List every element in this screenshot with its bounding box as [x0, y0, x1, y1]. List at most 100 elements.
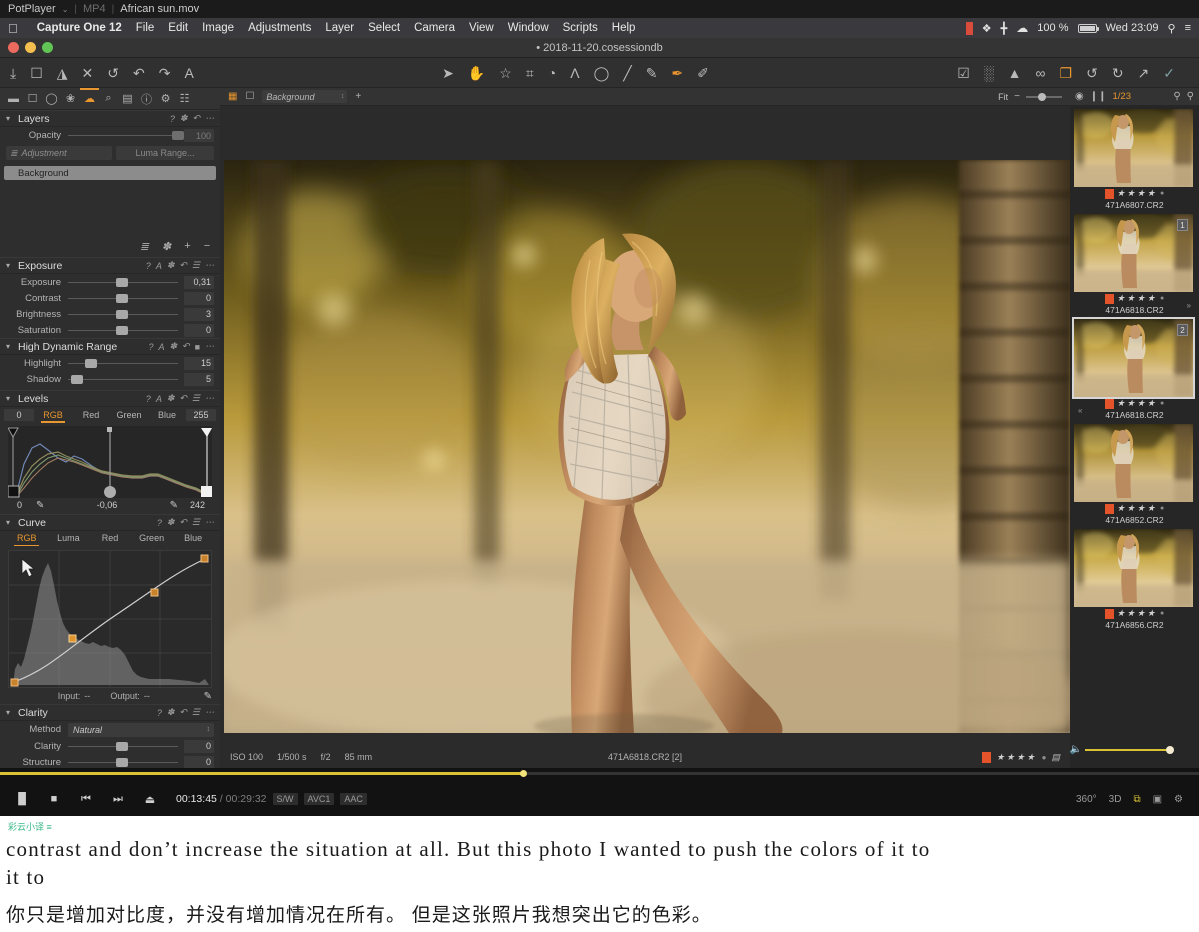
maximize-window-button[interactable] — [42, 42, 53, 53]
reset-icon[interactable]: ↶ — [179, 707, 187, 718]
presets-icon[interactable]: ☰ — [192, 393, 200, 404]
thumbnail-image[interactable] — [1074, 109, 1193, 187]
panel-menu-icon[interactable]: ⋯ — [205, 707, 214, 718]
panel-header-layers[interactable]: ▾ Layers ? ✽ ↶ ⋯ — [0, 110, 220, 127]
levels-input-black[interactable]: 0 — [4, 408, 34, 421]
export-proof-icon[interactable]: ❐ — [1060, 66, 1073, 80]
curve-tab-red[interactable]: Red — [89, 533, 131, 543]
slider-value-contrast[interactable]: 0 — [184, 291, 214, 305]
slider-value-highlight[interactable]: 15 — [184, 356, 214, 370]
copy-adjustments-icon[interactable]: ✽ — [167, 707, 175, 718]
rotate-ccw-icon[interactable]: ↺ — [1086, 66, 1098, 80]
zoom-fit-label[interactable]: Fit — [998, 92, 1008, 102]
panel-actions-exposure[interactable]: ? A ✽ ↶ ☰ ⋯ — [146, 260, 214, 271]
keystone-tool-icon[interactable]: Λ — [570, 66, 579, 80]
speaker-icon[interactable]: 🔈 — [1070, 744, 1082, 755]
star-rating[interactable]: ★★★★ — [1117, 293, 1157, 304]
visibility-eye-icon[interactable]: ◉ — [1075, 91, 1084, 102]
copy-adjustments-icon[interactable]: ✽ — [169, 341, 177, 352]
3d-view-icon[interactable]: 3D — [1109, 794, 1122, 805]
control-center-icon[interactable]: ≡ — [1185, 22, 1191, 34]
levels-tab-rgb[interactable]: RGB — [34, 410, 72, 423]
previous-button[interactable]: ⏮ — [70, 786, 102, 812]
chevron-down-icon[interactable]: ⌄ — [62, 5, 69, 14]
reset-icon[interactable]: ↶ — [179, 517, 187, 528]
undo-icon[interactable]: ↶ — [133, 66, 145, 80]
menu-item-select[interactable]: Select — [361, 22, 407, 34]
lens-tab[interactable]: ◯ — [42, 88, 61, 109]
seek-bar-handle[interactable] — [519, 770, 527, 777]
metadata-tab[interactable]: ⓘ — [137, 88, 156, 109]
color-tag-swatch[interactable] — [1104, 608, 1114, 619]
thumbnail-image[interactable] — [1074, 529, 1193, 607]
menu-item-camera[interactable]: Camera — [407, 22, 462, 34]
auto-adjust-icon[interactable]: A — [158, 342, 164, 352]
add-mask-icon[interactable]: ✽ — [162, 240, 171, 253]
auto-adjust-icon[interactable]: A — [156, 394, 162, 404]
variant-collapse-icon[interactable]: » — [1187, 301, 1191, 310]
slider-value-exposure[interactable]: 0,31 — [184, 275, 214, 289]
reset-icon[interactable]: ↶ — [179, 393, 187, 404]
slider-value-structure[interactable]: 0 — [184, 755, 214, 768]
panel-menu-icon[interactable]: ⋯ — [205, 517, 214, 528]
menu-item-window[interactable]: Window — [501, 22, 556, 34]
collapse-chevron-icon[interactable]: ▾ — [6, 394, 18, 403]
potplayer-app-name[interactable]: PotPlayer — [8, 3, 56, 15]
annotation-text-icon[interactable]: A — [184, 66, 193, 80]
slider-highlight[interactable] — [68, 358, 178, 368]
adjustments-tab[interactable]: ▤ — [118, 88, 137, 109]
eject-button[interactable]: ⏏ — [134, 786, 166, 812]
curve-channel-tabs[interactable]: RGB Luma Red Green Blue — [0, 531, 220, 546]
variant-badge[interactable]: 1 — [1177, 219, 1188, 231]
help-icon[interactable]: ? — [170, 114, 175, 124]
opacity-slider[interactable] — [68, 131, 184, 140]
output-tab[interactable]: ⚙ — [156, 88, 175, 109]
variant-collapse-icon[interactable]: « — [1078, 406, 1082, 415]
curve-picker-icon[interactable]: ✎ — [204, 691, 212, 702]
opacity-value[interactable]: 100 — [184, 129, 214, 142]
viewer-variant-select[interactable]: Background ↕ — [262, 90, 348, 103]
app-indicator-icon[interactable] — [965, 21, 973, 35]
screen-icon[interactable]: ▣ — [1153, 794, 1162, 805]
panel-actions-layers[interactable]: ? ✽ ↶ ⋯ — [170, 113, 214, 124]
help-icon[interactable]: ? — [146, 394, 151, 404]
collapse-chevron-icon[interactable]: ▾ — [6, 518, 18, 527]
slider-value-brightness[interactable]: 3 — [184, 307, 214, 321]
import-icon[interactable]: ⤓ — [10, 66, 16, 80]
copy-adjustments-icon[interactable]: ✽ — [167, 517, 175, 528]
thumbnail-image[interactable] — [1074, 424, 1193, 502]
layer-type-select[interactable]: ≣ Adjustment — [6, 146, 112, 160]
color-tag-swatch[interactable] — [1104, 293, 1114, 304]
window-traffic-lights[interactable] — [0, 42, 53, 53]
eyedropper-black-icon[interactable]: ✎ — [36, 500, 44, 511]
thumbnail-rating[interactable]: ★★★★ ● — [1104, 188, 1164, 199]
star-rating[interactable]: ★★★★ — [1117, 398, 1157, 409]
delete-icon[interactable]: ✕ — [82, 66, 94, 80]
checkmark-icon[interactable]: ✓ — [1163, 66, 1175, 80]
menu-item-image[interactable]: Image — [195, 22, 241, 34]
levels-histogram[interactable] — [8, 426, 212, 498]
battery-icon[interactable] — [1077, 23, 1099, 33]
slider-exposure[interactable] — [68, 277, 178, 287]
codec-chip-video[interactable]: AVC1 — [303, 793, 335, 805]
rotate-cw-icon[interactable]: ↻ — [1112, 66, 1124, 80]
codec-chip-audio[interactable]: AAC — [340, 793, 367, 805]
pointer-tool-icon[interactable]: ➤ — [442, 66, 454, 80]
levels-channel-tabs[interactable]: 0 RGB Red Green Blue 255 — [0, 407, 220, 423]
help-icon[interactable]: ? — [146, 261, 151, 271]
thumbnail-image[interactable]: 1 — [1074, 214, 1193, 292]
zoom-out-icon[interactable]: − — [1014, 91, 1020, 102]
new-album-icon[interactable]: ◮ — [57, 66, 68, 80]
thumbnail-image[interactable]: 2 — [1072, 317, 1195, 399]
thumbnail-rating[interactable]: ★★★★ ● — [1104, 398, 1164, 409]
exposure-tab[interactable]: ☁ — [80, 88, 99, 109]
presets-icon[interactable]: ■ — [195, 342, 200, 352]
help-icon[interactable]: ? — [157, 708, 162, 718]
slider-structure[interactable] — [68, 757, 178, 767]
redo-icon[interactable]: ↷ — [159, 66, 171, 80]
reset-icon[interactable]: ↶ — [179, 260, 187, 271]
pause-button[interactable]: ▐▌ — [6, 786, 38, 812]
auto-adjust-icon[interactable]: A — [156, 261, 162, 271]
remove-layer-icon[interactable]: − — [204, 240, 210, 253]
thumbnail-rating[interactable]: ★★★★ ● — [1104, 503, 1164, 514]
